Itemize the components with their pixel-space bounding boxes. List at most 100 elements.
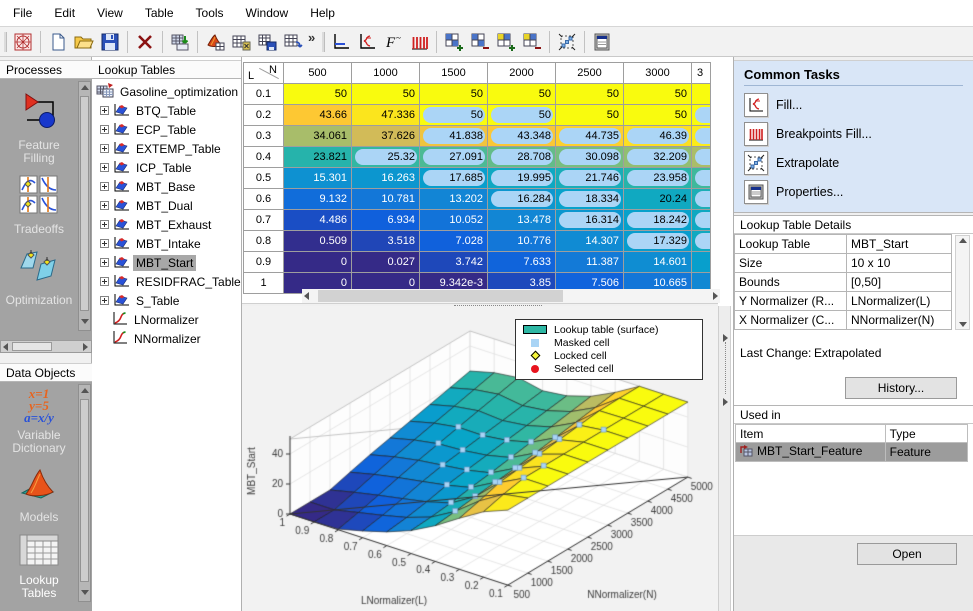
table-cell[interactable]: 50 [488, 84, 556, 105]
table-cell-partial[interactable] [692, 105, 711, 126]
table-cell[interactable]: 41.838 [420, 126, 488, 147]
expand-icon[interactable] [100, 144, 109, 153]
scroll-down-icon[interactable] [959, 322, 967, 327]
table-cell-partial[interactable] [692, 231, 711, 252]
table-cell[interactable]: 50 [556, 84, 624, 105]
expand-icon[interactable] [100, 163, 109, 172]
expand-icon[interactable] [100, 239, 109, 248]
tree-item-MBT_Start[interactable]: MBT_Start [92, 253, 241, 272]
save-table-icon[interactable] [281, 30, 305, 54]
details-value[interactable]: MBT_Start [847, 235, 952, 254]
expand-icon[interactable] [100, 125, 109, 134]
table-cell[interactable]: 10.776 [488, 231, 556, 252]
table-cell[interactable]: 0 [284, 252, 352, 273]
fill-axes-icon[interactable] [355, 30, 379, 54]
tree-item-label[interactable]: MBT_Base [133, 179, 198, 195]
toolbar-overflow-chevron[interactable]: » [308, 30, 315, 45]
table-cell[interactable]: 16.314 [556, 210, 624, 231]
table-cell[interactable]: 37.626 [352, 126, 420, 147]
table-cell[interactable]: 50 [624, 105, 692, 126]
delete-icon[interactable] [133, 30, 157, 54]
expand-icon[interactable] [100, 258, 109, 267]
table-cell[interactable]: 7.633 [488, 252, 556, 273]
scroll-right-icon[interactable] [713, 292, 718, 300]
table-cell-partial[interactable] [692, 126, 711, 147]
axes-limits-icon[interactable] [329, 30, 353, 54]
expand-icon[interactable] [100, 277, 109, 286]
breakpoints-fill-icon[interactable] [744, 122, 768, 146]
details-scrollbar[interactable] [955, 235, 970, 330]
tree-item-label[interactable]: MBT_Dual [133, 198, 196, 214]
sidebar-item-variable-dictionary[interactable]: x=1 y=5 a=x/y Variable Dictionary [2, 388, 76, 455]
tree-item-label[interactable]: RESIDFRAC_Table [133, 274, 244, 290]
table-properties-icon[interactable] [590, 30, 614, 54]
used-in-type[interactable]: Feature [885, 443, 967, 462]
table-cell[interactable]: 20.24 [624, 189, 692, 210]
table-cell[interactable]: 0.027 [352, 252, 420, 273]
table-cell[interactable]: 0.509 [284, 231, 352, 252]
table-cell[interactable]: 50 [488, 105, 556, 126]
table-cell[interactable]: 23.821 [284, 147, 352, 168]
table-cell[interactable]: 50 [420, 84, 488, 105]
expand-icon[interactable] [100, 106, 109, 115]
menu-tools[interactable]: Tools [185, 1, 235, 25]
details-value[interactable]: 10 x 10 [847, 254, 952, 273]
table-cell[interactable]: 16.263 [352, 168, 420, 189]
col-header-partial[interactable]: 3 [692, 63, 711, 84]
open-button[interactable]: Open [857, 543, 957, 565]
save-icon[interactable] [98, 30, 122, 54]
history-button[interactable]: History... [845, 377, 957, 399]
unlock-cell-icon[interactable] [520, 30, 544, 54]
table-cell[interactable]: 43.66 [284, 105, 352, 126]
table-cell-partial[interactable] [692, 252, 711, 273]
details-value[interactable]: NNormalizer(N) [847, 311, 952, 330]
open-file-icon[interactable] [72, 30, 96, 54]
table-cell[interactable]: 7.028 [420, 231, 488, 252]
table-cell[interactable]: 44.735 [556, 126, 624, 147]
table-cell[interactable]: 13.202 [420, 189, 488, 210]
scroll-down-icon[interactable] [81, 319, 89, 324]
function-fill-icon[interactable]: F~ [381, 30, 405, 54]
table-cell[interactable]: 23.958 [624, 168, 692, 189]
table-cell-partial[interactable] [692, 168, 711, 189]
table-cell[interactable]: 25.32 [352, 147, 420, 168]
tree-item-LNormalizer[interactable]: LNormalizer [92, 310, 241, 329]
table-cell-partial[interactable] [692, 84, 711, 105]
table-cell-partial[interactable] [692, 147, 711, 168]
tree-item-MBT_Dual[interactable]: MBT_Dual [92, 196, 241, 215]
table-cell[interactable]: 17.685 [420, 168, 488, 189]
row-header-0.3[interactable]: 0.3 [244, 126, 284, 147]
fill-table-icon[interactable] [229, 30, 253, 54]
table-cell[interactable]: 10.052 [420, 210, 488, 231]
task-extrapolate[interactable]: Extrapolate [744, 148, 963, 177]
table-cell[interactable]: 10.781 [352, 189, 420, 210]
remove-extrapolation-cell-icon[interactable] [468, 30, 492, 54]
tree-item-label[interactable]: ECP_Table [133, 122, 199, 138]
table-cell[interactable]: 6.934 [352, 210, 420, 231]
menu-view[interactable]: View [86, 1, 134, 25]
task-label[interactable]: Fill... [776, 98, 802, 112]
used-in-item[interactable]: MBT_Start_Feature [757, 444, 862, 458]
table-cell[interactable]: 50 [284, 84, 352, 105]
processes-hscrollbar[interactable] [0, 340, 92, 353]
tree-item-label[interactable]: ICP_Table [133, 160, 194, 176]
menu-window[interactable]: Window [235, 1, 300, 25]
sidebar-item-models[interactable]: Models [2, 465, 76, 524]
row-header-0.9[interactable]: 0.9 [244, 252, 284, 273]
extrapolate-icon[interactable] [555, 30, 579, 54]
extrapolate-icon[interactable] [744, 151, 768, 175]
collapse-right-icon[interactable] [723, 398, 728, 406]
tree-item-label[interactable]: MBT_Start [133, 255, 196, 271]
sidebar-item-lookup-tables[interactable]: Lookup Tables [2, 534, 76, 600]
scroll-left-icon[interactable] [304, 292, 309, 300]
table-cell[interactable]: 50 [624, 84, 692, 105]
expand-icon[interactable] [100, 296, 109, 305]
expand-icon[interactable] [100, 182, 109, 191]
tree-item-ECP_Table[interactable]: ECP_Table [92, 120, 241, 139]
menu-help[interactable]: Help [299, 1, 346, 25]
scroll-down-icon[interactable] [81, 590, 89, 595]
table-cell[interactable]: 15.301 [284, 168, 352, 189]
tree-item-label[interactable]: EXTEMP_Table [133, 141, 224, 157]
task-fill[interactable]: Fill... [744, 90, 963, 119]
tree-item-label[interactable]: S_Table [133, 293, 182, 309]
